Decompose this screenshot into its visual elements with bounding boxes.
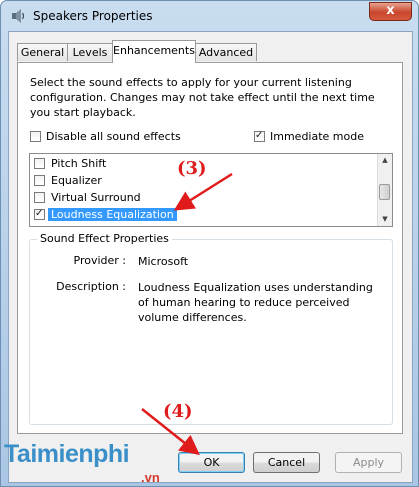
arrow-step-3 (173, 172, 233, 211)
arrow-step-4 (141, 408, 200, 456)
tab-enhancements[interactable]: Enhancements (112, 40, 196, 63)
watermark-logo: Taimienphi (4, 440, 130, 468)
annotation-arrows (141, 172, 233, 456)
watermark-suffix: .vn (141, 470, 160, 485)
